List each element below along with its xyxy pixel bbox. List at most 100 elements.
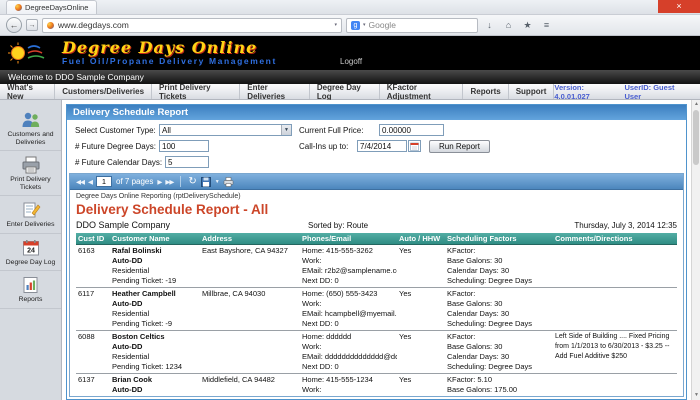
callins-date-input[interactable] [357,140,407,152]
downloads-icon[interactable]: ↓ [482,20,497,30]
url-favicon-icon [47,22,54,29]
report-line: Home: (650) 555-3423 [302,289,395,299]
scroll-up-icon[interactable]: ▲ [692,100,700,109]
url-input[interactable] [58,19,330,32]
export-dropdown-icon[interactable]: ▼ [215,179,219,185]
scroll-down-icon[interactable]: ▼ [692,391,700,400]
address-cell [200,332,300,372]
report-line: Next DD: 0 [302,276,395,286]
chevron-down-icon[interactable]: ▼ [281,125,291,135]
menu-item-whats-new[interactable]: What's New [0,84,55,99]
tab-title: DegreeDaysOnline [25,3,88,12]
search-dropdown-icon[interactable]: ▾ [363,22,366,28]
print-icon[interactable] [223,177,234,187]
degree-days-input[interactable] [159,140,209,152]
report-line: Left Side of Building .... Fixed Pricing [555,332,675,342]
calendar-days-label: # Future Calendar Days: [75,158,165,167]
column-header-auto-hhw: Auto / HHW [397,234,445,243]
url-dropdown-icon[interactable]: ▾ [334,22,337,28]
phones-email-cell: Home: (650) 555-3423Work:EMail: hcampbel… [300,289,397,329]
full-price-input[interactable] [379,124,444,136]
sidebar-item-degree-day-log[interactable]: 24 Degree Day Log [0,234,61,272]
report-viewer-toolbar: ◀◀ ◀ of 7 pages ▶ ▶▶ ↻ [70,174,683,190]
last-page-button[interactable]: ▶▶ [165,178,173,186]
app-title: Degree Days Online [62,40,277,56]
bookmark-star-icon[interactable]: ★ [520,20,535,31]
sidebar-item-customers-deliveries[interactable]: Customers and Deliveries [0,106,61,151]
report-line: Base Galons: 30 [447,256,551,266]
report-datetime: Thursday, July 3, 2014 12:35 [574,221,677,230]
report-line: Scheduling: Degree Days [447,276,551,286]
report-parameters-form: Select Customer Type: All ▼ Current Full… [67,120,686,171]
report-line: Residential [112,309,198,319]
customer-name-cell: Boston CelticsAuto-DDResidentialPending … [110,332,200,372]
export-save-icon[interactable] [201,177,211,187]
run-report-button[interactable]: Run Report [429,140,490,153]
back-button[interactable]: ← [6,17,22,33]
menu-item-customers-deliveries[interactable]: Customers/Deliveries [55,84,152,99]
menu-item-support[interactable]: Support [509,84,555,99]
menu-item-print-delivery-tickets[interactable]: Print Delivery Tickets [152,84,240,99]
report-line: 6088 [78,332,108,342]
browser-tab[interactable]: DegreeDaysOnline [6,0,97,14]
app-title-block: Degree Days Online Fuel Oil/Propane Deli… [62,40,277,66]
table-header-row: Cust ID Customer Name Address Phones/Ema… [76,233,677,245]
browser-tab-bar: DegreeDaysOnline × [0,0,700,15]
sidebar-item-print-delivery-tickets[interactable]: Print Delivery Tickets [0,151,61,196]
column-header-address: Address [200,234,300,243]
refresh-icon[interactable]: ↻ [188,177,196,187]
menu-item-degree-day-log[interactable]: Degree Day Log [310,84,380,99]
date-picker-button[interactable] [408,140,421,152]
report-line: Base Galons: 30 [447,342,551,352]
report-line: Home: 415-555-3262 [302,246,395,256]
calendar-days-input[interactable] [165,156,209,168]
sidebar-item-label: Enter Deliveries [7,221,55,229]
callins-label: Call-Ins up to: [299,142,357,151]
customers-icon [20,111,42,129]
cust-id-cell: 6137 [76,375,110,396]
report-chart-icon [21,276,41,294]
url-bar[interactable]: ▾ [42,18,342,33]
page-number-input[interactable] [96,176,112,187]
report-line: Next DD: 0 [302,362,395,372]
scheduling-factors-cell: KFactor: 5.10Base Galons: 175.00Calendar… [445,375,553,396]
menu-item-reports[interactable]: Reports [463,84,508,99]
customer-name-cell: Rafal BolinskiAuto-DDResidentialPending … [110,246,200,286]
first-page-button[interactable]: ◀◀ [76,178,84,186]
menu-item-kfactor-adjustment[interactable]: KFactor Adjustment [380,84,464,99]
window-close-button[interactable]: × [658,0,700,13]
comments-directions-cell [553,289,677,329]
sidebar-item-reports[interactable]: Reports [0,271,61,309]
report-line: Pending Ticket: -19 [112,276,198,286]
report-meta-row: DDO Sample Company Sorted by: Route Thur… [76,220,677,230]
scrollbar-thumb[interactable] [693,110,699,165]
report-body: Degree Days Online Reporting (rptDeliver… [70,190,683,396]
customer-type-value: All [162,126,171,135]
logoff-link[interactable]: Logoff [340,57,362,66]
report-line: KFactor: [447,246,551,256]
table-body: 6163 Rafal BolinskiAuto-DDResidentialPen… [76,245,677,396]
forward-button[interactable]: → [26,19,38,31]
report-line: Work: [302,342,395,352]
customer-type-select[interactable]: All ▼ [159,124,292,136]
auto-hhw-cell: Yes [397,332,445,372]
menu-icon[interactable]: ≡ [539,20,554,30]
auto-hhw-cell: Yes [397,289,445,329]
report-line: Auto-DD [112,385,198,395]
address-cell: Millbrae, CA 94030 [200,289,300,329]
home-icon[interactable]: ⌂ [501,20,516,30]
next-page-button[interactable]: ▶ [157,178,161,186]
report-line: Boston Celtics [112,332,198,342]
sidebar-item-enter-deliveries[interactable]: Enter Deliveries [0,196,61,234]
app-logo-icon [6,40,52,66]
menu-item-enter-deliveries[interactable]: Enter Deliveries [240,84,310,99]
prev-page-button[interactable]: ◀ [88,178,92,186]
app-subtitle: Fuel Oil/Propane Delivery Management [62,56,277,66]
cust-id-cell: 6163 [76,246,110,286]
search-input[interactable] [369,19,480,32]
search-bar[interactable]: g ▾ [346,18,478,33]
report-line: KFactor: 5.10 [447,375,551,385]
table-row: 6163 Rafal BolinskiAuto-DDResidentialPen… [76,245,677,288]
vertical-scrollbar[interactable]: ▲ ▼ [691,100,700,400]
report-title: Delivery Schedule Report - All [76,202,677,217]
